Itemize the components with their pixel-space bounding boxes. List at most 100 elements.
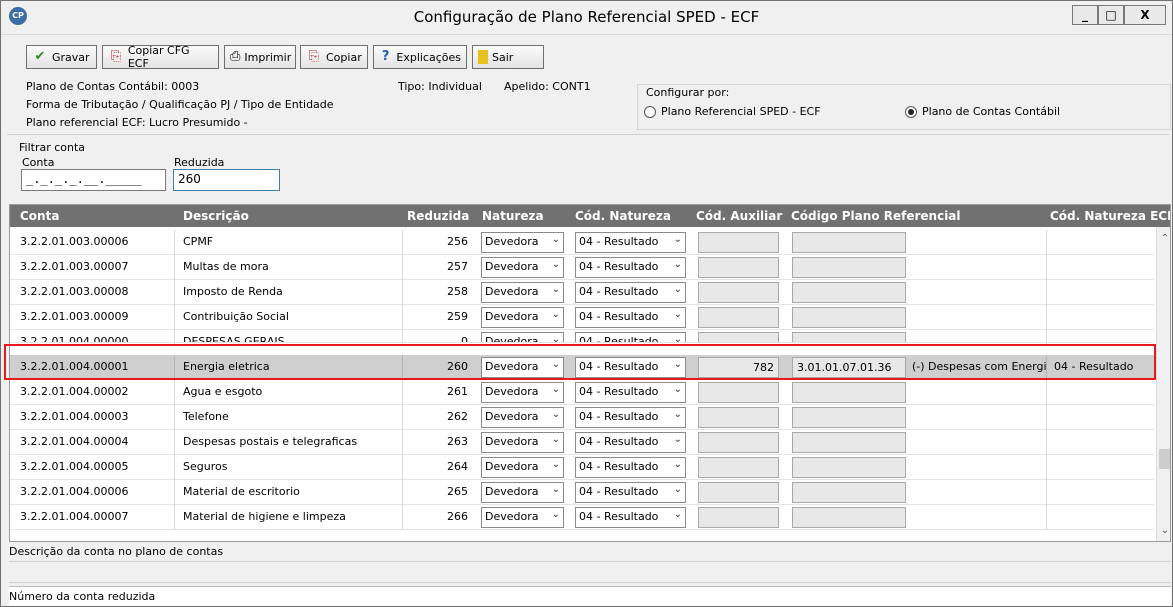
sair-button[interactable]: Sair (472, 45, 544, 69)
cod-auxiliar-field[interactable] (698, 232, 779, 253)
cod-natureza-select[interactable]: 04 - Resultado ⌄ (575, 482, 686, 503)
natureza-select[interactable]: Devedora ⌄ (481, 257, 564, 278)
title-bar: CP Configuração de Plano Referencial SPE… (1, 1, 1172, 35)
natureza-select[interactable]: Devedora ⌄ (481, 232, 564, 253)
chevron-down-icon: ⌄ (551, 509, 560, 520)
close-button[interactable]: X (1124, 5, 1166, 25)
cod-natureza-select[interactable]: 04 - Resultado ⌄ (575, 232, 686, 253)
cell-descricao: Material de escritorio (183, 485, 300, 498)
table-row[interactable]: 3.2.2.01.004.00001 Energia eletrica 260 Dev… (10, 355, 1154, 380)
natureza-select[interactable]: Devedora ⌄ (481, 307, 564, 328)
cod-natureza-select[interactable]: 04 - Resultado ⌄ (575, 507, 686, 528)
cod-auxiliar-field[interactable] (698, 282, 779, 303)
cod-natureza-select[interactable]: 04 - Resultado ⌄ (575, 282, 686, 303)
table-row[interactable]: 3.2.2.01.004.00005 Seguros 264 Devedora ⌄ 04 … (10, 455, 1154, 480)
table-row[interactable]: 3.2.2.01.003.00007 Multas de mora 257 Deved… (10, 255, 1154, 280)
table-row[interactable]: 3.2.2.01.004.00002 Agua e esgoto 261 Devedo… (10, 380, 1154, 405)
table-row[interactable]: 3.2.2.01.003.00006 CPMF 256 Devedora ⌄ 04 - R… (10, 230, 1154, 255)
table-row[interactable]: 3.2.2.01.004.00000 DESPESAS GERAIS 0 Devedo… (10, 330, 1154, 343)
natureza-select[interactable]: Devedora ⌄ (481, 382, 564, 403)
maximize-button[interactable]: □ (1098, 5, 1124, 25)
table-row[interactable]: 3.2.2.01.004.00004 Despesas postais e tel… (10, 430, 1154, 455)
natureza-select[interactable]: Devedora ⌄ (481, 332, 564, 342)
cod-natureza-select[interactable]: 04 - Resultado ⌄ (575, 407, 686, 428)
codigo-plano-field[interactable] (792, 382, 906, 403)
cell-conta: 3.2.2.01.004.00006 (20, 485, 129, 498)
imprimir-button[interactable]: ⎙ Imprimir (224, 45, 296, 69)
explicacoes-button[interactable]: ? Explicações (373, 45, 467, 69)
codigo-plano-field[interactable] (792, 407, 906, 428)
cod-natureza-select[interactable]: 04 - Resultado ⌄ (575, 357, 686, 378)
cell-descricao: DESPESAS GERAIS (183, 335, 285, 343)
scroll-thumb[interactable] (1159, 449, 1170, 469)
natureza-select[interactable]: Devedora ⌄ (481, 282, 564, 303)
copiar-button[interactable]: ⎘ Copiar (300, 45, 368, 69)
table-row[interactable]: 3.2.2.01.003.00009 Contribuição Social 259… (10, 305, 1154, 330)
cod-auxiliar-field[interactable] (698, 482, 779, 503)
cod-auxiliar-field[interactable] (698, 507, 779, 528)
cell-reduzida: 264 (447, 460, 468, 473)
col-cod-natureza-ecf[interactable]: Cód. Natureza ECF (1050, 209, 1170, 223)
cod-auxiliar-field[interactable] (698, 307, 779, 328)
col-reduzida[interactable]: Reduzida (407, 209, 469, 223)
table-row[interactable]: 3.2.2.01.003.00008 Imposto de Renda 258 Dev… (10, 280, 1154, 305)
cod-natureza-select[interactable]: 04 - Resultado ⌄ (575, 332, 686, 343)
gravar-button[interactable]: ✔ Gravar (26, 45, 97, 69)
codigo-plano-field[interactable] (792, 282, 906, 303)
natureza-select[interactable]: Devedora ⌄ (481, 457, 564, 478)
codigo-plano-field[interactable] (792, 257, 906, 278)
natureza-select[interactable]: Devedora ⌄ (481, 432, 564, 453)
natureza-select[interactable]: Devedora ⌄ (481, 407, 564, 428)
conta-input[interactable]: _._._._.__._____ (21, 169, 166, 191)
codigo-plano-field[interactable] (792, 432, 906, 453)
vertical-scrollbar[interactable]: ⌃ ⌄ (1156, 227, 1170, 541)
scroll-down-icon[interactable]: ⌄ (1158, 523, 1170, 539)
natureza-value: Devedora (485, 235, 539, 248)
codigo-plano-field[interactable] (792, 457, 906, 478)
chevron-down-icon: ⌄ (673, 334, 682, 343)
exit-icon (478, 50, 488, 64)
cod-auxiliar-field[interactable] (698, 407, 779, 428)
col-cod-natureza[interactable]: Cód. Natureza (575, 209, 671, 223)
cod-natureza-select[interactable]: 04 - Resultado ⌄ (575, 257, 686, 278)
cod-auxiliar-field[interactable] (698, 457, 779, 478)
minimize-button[interactable]: _ (1072, 5, 1098, 25)
cod-auxiliar-field[interactable] (698, 257, 779, 278)
col-descricao[interactable]: Descrição (183, 209, 249, 223)
col-conta[interactable]: Conta (20, 209, 59, 223)
cod-natureza-select[interactable]: 04 - Resultado ⌄ (575, 432, 686, 453)
cod-auxiliar-field[interactable] (698, 332, 779, 342)
table-row[interactable]: 3.2.2.01.004.00007 Material de higiene e … (10, 505, 1154, 530)
col-codigo-plano[interactable]: Código Plano Referencial (791, 209, 961, 223)
table-row[interactable]: 3.2.2.01.004.00003 Telefone 262 Devedora ⌄ 04… (10, 405, 1154, 430)
cod-natureza-select[interactable]: 04 - Resultado ⌄ (575, 382, 686, 403)
scroll-up-icon[interactable]: ⌃ (1158, 231, 1170, 247)
cod-auxiliar-field[interactable]: 782 (698, 357, 779, 378)
radio-plano-referencial[interactable]: Plano Referencial SPED - ECF (644, 105, 821, 118)
natureza-select[interactable]: Devedora ⌄ (481, 507, 564, 528)
codigo-plano-field[interactable] (792, 232, 906, 253)
cod-natureza-select[interactable]: 04 - Resultado ⌄ (575, 457, 686, 478)
codigo-plano-field[interactable] (792, 507, 906, 528)
chevron-down-icon: ⌄ (673, 359, 682, 370)
cod-natureza-select[interactable]: 04 - Resultado ⌄ (575, 307, 686, 328)
codigo-plano-field[interactable] (792, 307, 906, 328)
natureza-select[interactable]: Devedora ⌄ (481, 357, 564, 378)
cell-cod-natureza-ecf: 04 - Resultado (1054, 360, 1134, 373)
copiar-cfg-button[interactable]: ⎘ Copiar CFG ECF (102, 44, 219, 70)
table-row[interactable]: 3.2.2.01.004.00006 Material de escritorio… (10, 480, 1154, 505)
cell-reduzida: 256 (447, 235, 468, 248)
col-cod-auxiliar[interactable]: Cód. Auxiliar (696, 209, 782, 223)
cod-natureza-value: 04 - Resultado (579, 385, 659, 398)
cod-auxiliar-field[interactable] (698, 432, 779, 453)
reduzida-input[interactable]: 260 (173, 169, 280, 191)
codigo-plano-field[interactable] (792, 482, 906, 503)
col-natureza[interactable]: Natureza (482, 209, 544, 223)
cell-reduzida: 257 (447, 260, 468, 273)
cod-auxiliar-field[interactable] (698, 382, 779, 403)
natureza-select[interactable]: Devedora ⌄ (481, 482, 564, 503)
codigo-plano-field[interactable]: 3.01.01.07.01.36 (792, 357, 906, 378)
radio-plano-contas[interactable]: Plano de Contas Contábil (905, 105, 1060, 118)
chevron-down-icon: ⌄ (673, 309, 682, 320)
codigo-plano-field[interactable] (792, 332, 906, 342)
